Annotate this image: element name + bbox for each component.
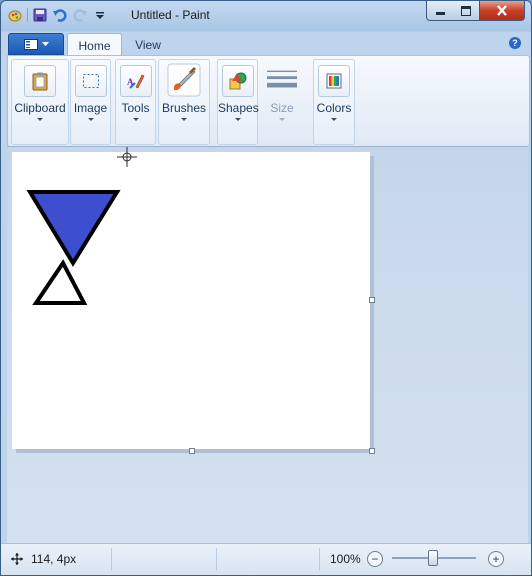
paint-menu-icon bbox=[23, 38, 38, 50]
zoom-out-button[interactable]: − bbox=[367, 551, 383, 567]
save-icon[interactable] bbox=[32, 7, 48, 23]
maximize-icon bbox=[461, 5, 471, 16]
brushes-dropdown-icon bbox=[181, 118, 187, 121]
help-icon[interactable]: ? bbox=[509, 37, 521, 49]
colors-group[interactable]: Colors bbox=[313, 59, 355, 145]
shapes-icon bbox=[221, 65, 254, 97]
close-icon bbox=[497, 5, 507, 16]
resize-handle-bottom[interactable] bbox=[189, 448, 195, 454]
drawing-canvas[interactable] bbox=[12, 152, 370, 449]
clipboard-group[interactable]: Clipboard bbox=[11, 59, 69, 145]
cursor-position-readout: 114, 4px bbox=[11, 552, 76, 566]
tab-view[interactable]: View bbox=[125, 33, 171, 56]
image-label: Image bbox=[73, 101, 108, 115]
status-separator bbox=[111, 548, 112, 570]
clipboard-label: Clipboard bbox=[14, 101, 66, 115]
canvas-workspace[interactable] bbox=[7, 146, 528, 543]
title-bar: Untitled - Paint bbox=[1, 1, 531, 31]
customize-dropdown-icon[interactable] bbox=[92, 7, 108, 23]
brushes-group[interactable]: Brushes bbox=[158, 59, 210, 145]
tools-icon: A bbox=[119, 65, 152, 97]
cursor-position-icon bbox=[11, 553, 23, 565]
tools-label: Tools bbox=[121, 101, 150, 115]
status-separator bbox=[216, 548, 217, 570]
colors-dropdown-icon bbox=[331, 118, 337, 121]
resize-handle-right[interactable] bbox=[369, 297, 375, 303]
blue-triangle-shape[interactable] bbox=[26, 190, 121, 267]
shapes-label: Shapes bbox=[218, 101, 259, 115]
close-button[interactable] bbox=[480, 1, 525, 21]
maximize-button[interactable] bbox=[453, 1, 480, 21]
crosshair-cursor-icon bbox=[117, 147, 137, 167]
zoom-level: 100% bbox=[330, 552, 361, 566]
zoom-in-button[interactable]: + bbox=[488, 551, 504, 567]
size-lines-icon bbox=[267, 65, 297, 95]
zoom-slider-thumb[interactable] bbox=[428, 550, 438, 566]
minus-icon: − bbox=[371, 552, 379, 566]
brushes-label: Brushes bbox=[161, 101, 207, 115]
colors-label: Colors bbox=[316, 101, 352, 115]
undo-icon[interactable] bbox=[52, 7, 68, 23]
clipboard-dropdown-icon bbox=[37, 118, 43, 121]
paint-app-icon[interactable] bbox=[7, 7, 23, 23]
minimize-icon bbox=[435, 12, 445, 15]
redo-icon[interactable] bbox=[72, 7, 88, 23]
paint-menu-button[interactable] bbox=[8, 33, 64, 55]
ribbon-panel: Clipboard Image A Tools Brushes Shapes S… bbox=[7, 55, 530, 147]
paint-window: Untitled - Paint Home View ? Clipboard I… bbox=[0, 0, 532, 576]
window-title: Untitled - Paint bbox=[131, 8, 210, 22]
image-group[interactable]: Image bbox=[70, 59, 111, 145]
size-group: Size bbox=[261, 59, 303, 145]
chevron-down-icon bbox=[41, 42, 49, 46]
shapes-dropdown-icon bbox=[234, 118, 241, 121]
white-triangle-shape[interactable] bbox=[32, 259, 88, 305]
status-separator bbox=[319, 548, 320, 570]
quick-access-toolbar bbox=[7, 7, 108, 23]
status-bar: 114, 4px 100% − + bbox=[1, 543, 531, 575]
size-dropdown-icon bbox=[279, 118, 285, 121]
resize-handle-corner[interactable] bbox=[369, 448, 375, 454]
cursor-position-text: 114, 4px bbox=[31, 552, 77, 566]
color-palette-icon bbox=[318, 65, 350, 97]
shapes-group[interactable]: Shapes bbox=[217, 59, 259, 145]
plus-icon: + bbox=[492, 552, 500, 566]
tools-group[interactable]: A Tools bbox=[115, 59, 156, 145]
clipboard-icon bbox=[24, 65, 56, 97]
image-dropdown-icon bbox=[87, 118, 94, 121]
tab-home[interactable]: Home bbox=[67, 33, 122, 57]
ribbon-tab-row: Home View ? bbox=[1, 31, 531, 57]
select-icon bbox=[74, 65, 107, 97]
size-label: Size bbox=[270, 101, 294, 115]
canvas-drawing bbox=[26, 190, 121, 305]
brush-icon bbox=[167, 63, 201, 97]
tools-dropdown-icon bbox=[132, 118, 139, 121]
minimize-button[interactable] bbox=[426, 1, 454, 21]
